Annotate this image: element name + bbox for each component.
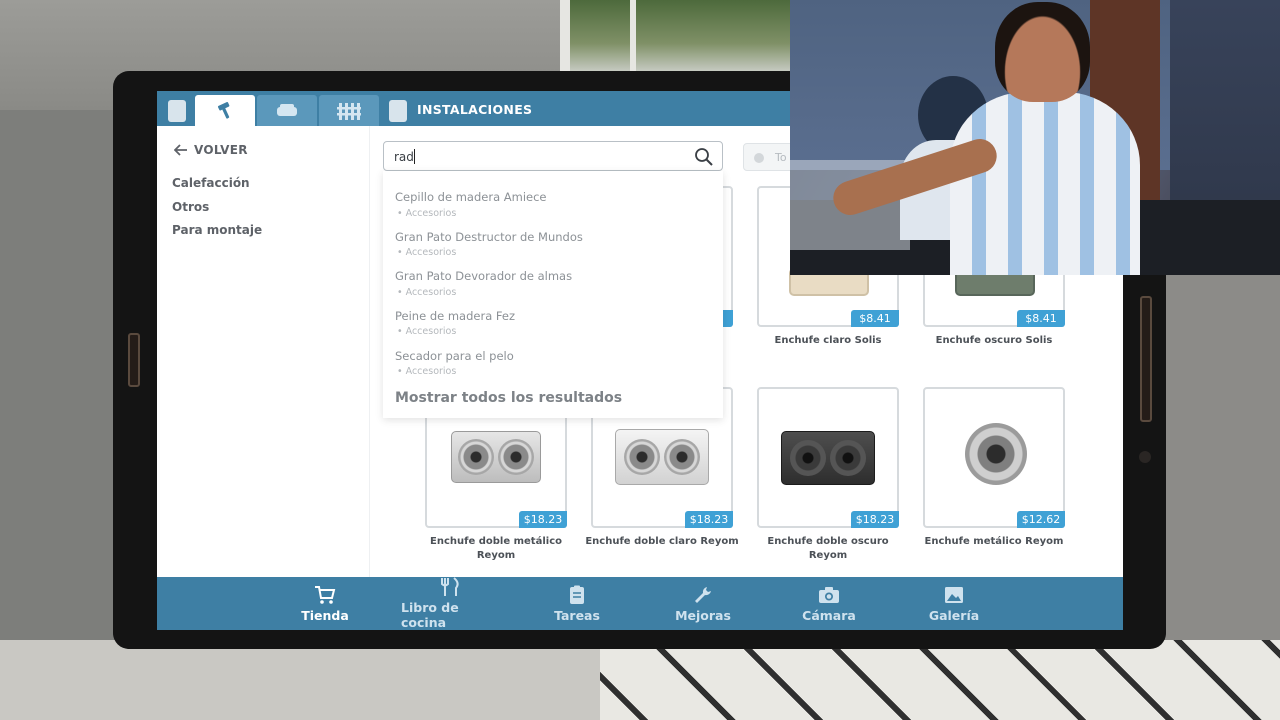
- socket-icon: [790, 440, 826, 476]
- tablet-side-button: [128, 333, 140, 387]
- suggestion-category: • Accesorios: [397, 366, 457, 377]
- product-name: Enchufe oscuro Solis: [935, 335, 1053, 346]
- back-button[interactable]: VOLVER: [174, 143, 248, 157]
- double-outlet-dark: [781, 431, 875, 485]
- nav-label: Cámara: [802, 607, 856, 623]
- nav-label: Tareas: [554, 607, 600, 623]
- double-outlet-metal: [451, 431, 541, 483]
- suggestion-item[interactable]: Cepillo de madera Amiece: [395, 190, 547, 204]
- price-badge: $8.41: [851, 310, 899, 327]
- tab-furniture[interactable]: [257, 95, 317, 126]
- bottom-nav: Tienda Libro de cocina Tareas Mejoras Cá…: [157, 577, 1123, 630]
- suggestion-category-text: Accesorios: [405, 208, 457, 219]
- product-card[interactable]: $18.23: [757, 387, 899, 528]
- camera-icon: [819, 586, 839, 603]
- socket-icon: [664, 439, 700, 475]
- cart-icon: [315, 585, 336, 604]
- tab-stub-right[interactable]: [389, 100, 407, 122]
- hammer-icon: [217, 101, 230, 119]
- price-badge: $18.23: [685, 511, 733, 528]
- wrench-icon: [695, 586, 711, 603]
- section-title: INSTALACIONES: [417, 102, 533, 117]
- price-badge: $18.23: [519, 511, 567, 528]
- nav-label: Mejoras: [675, 607, 731, 623]
- search-value: rad: [394, 150, 414, 164]
- search-suggestions: Cepillo de madera Amiece • Accesorios Gr…: [383, 171, 723, 418]
- category-para-montaje[interactable]: Para montaje: [172, 223, 262, 237]
- product-name: Enchufe doble claro Reyom: [585, 536, 739, 547]
- tab-fences[interactable]: [319, 95, 379, 126]
- webcam-overlay: [790, 0, 1280, 275]
- radio-icon: [754, 153, 764, 163]
- suggestion-category-text: Accesorios: [405, 247, 457, 258]
- background-left: [0, 110, 115, 650]
- price-badge: $18.23: [851, 511, 899, 528]
- arrow-left-icon: [174, 144, 187, 156]
- nav-tienda[interactable]: Tienda: [295, 577, 355, 630]
- nav-label: Tienda: [301, 607, 349, 623]
- price-badge: $8.41: [1017, 310, 1065, 327]
- nav-camara[interactable]: Cámara: [794, 577, 864, 630]
- suggestion-category: • Accesorios: [397, 208, 457, 219]
- product-name: Enchufe doble metálico Reyom: [430, 536, 562, 561]
- socket-icon: [624, 439, 660, 475]
- double-outlet-light: [615, 429, 709, 485]
- back-label: VOLVER: [194, 143, 248, 157]
- suggestion-category-text: Accesorios: [405, 366, 457, 377]
- product-name: Enchufe metálico Reyom: [924, 536, 1064, 547]
- tab-stub-left[interactable]: [168, 100, 186, 122]
- suggestion-item[interactable]: Secador para el pelo: [395, 349, 514, 363]
- tablet-side-button-right: [1140, 296, 1152, 422]
- background-floor-left: [0, 640, 600, 720]
- category-calefaccion[interactable]: Calefacción: [172, 176, 250, 190]
- nav-tareas[interactable]: Tareas: [542, 577, 612, 630]
- fence-icon: [337, 102, 361, 120]
- nav-libro-de-cocina[interactable]: Libro de cocina: [401, 577, 501, 630]
- suggestion-category-text: Accesorios: [405, 326, 457, 337]
- suggestion-category: • Accesorios: [397, 326, 457, 337]
- text-caret: [414, 149, 415, 164]
- show-all-results-link[interactable]: Mostrar todos los resultados: [395, 390, 622, 406]
- suggestion-item[interactable]: Gran Pato Devorador de almas: [395, 269, 572, 283]
- nav-galeria[interactable]: Galería: [919, 577, 989, 630]
- category-otros[interactable]: Otros: [172, 200, 209, 214]
- background-floor: [600, 640, 1280, 720]
- suggestion-category: • Accesorios: [397, 287, 457, 298]
- tab-tools[interactable]: [195, 95, 255, 126]
- background-window: [560, 0, 790, 72]
- nav-label: Galería: [928, 607, 980, 623]
- nav-mejoras[interactable]: Mejoras: [668, 577, 738, 630]
- product-card[interactable]: $12.62: [923, 387, 1065, 528]
- product-name: Enchufe claro Solis: [774, 335, 882, 346]
- price-badge: $12.62: [1017, 511, 1065, 528]
- webcam-person-shirt: [950, 92, 1140, 275]
- socket-icon: [498, 439, 534, 475]
- sofa-icon: [277, 103, 297, 116]
- socket-icon: [458, 439, 494, 475]
- tablet-camera-dot: [1139, 451, 1151, 463]
- suggestion-category-text: Accesorios: [405, 287, 457, 298]
- clipboard-icon: [570, 585, 584, 604]
- search-input[interactable]: rad: [383, 141, 723, 171]
- suggestion-item[interactable]: Peine de madera Fez: [395, 309, 515, 323]
- socket-icon: [830, 440, 866, 476]
- round-outlet-metal: [965, 423, 1027, 485]
- suggestion-item[interactable]: Gran Pato Destructor de Mundos: [395, 230, 583, 244]
- product-name: Enchufe doble oscuro Reyom: [767, 536, 889, 561]
- nav-label: Libro de cocina: [401, 600, 459, 630]
- webcam-person-head: [995, 2, 1090, 102]
- cutlery-icon: [441, 577, 459, 596]
- suggestion-category: • Accesorios: [397, 247, 457, 258]
- search-icon[interactable]: [694, 147, 714, 167]
- filter-label: To: [775, 151, 787, 164]
- image-icon: [945, 586, 963, 603]
- content-divider: [369, 126, 370, 577]
